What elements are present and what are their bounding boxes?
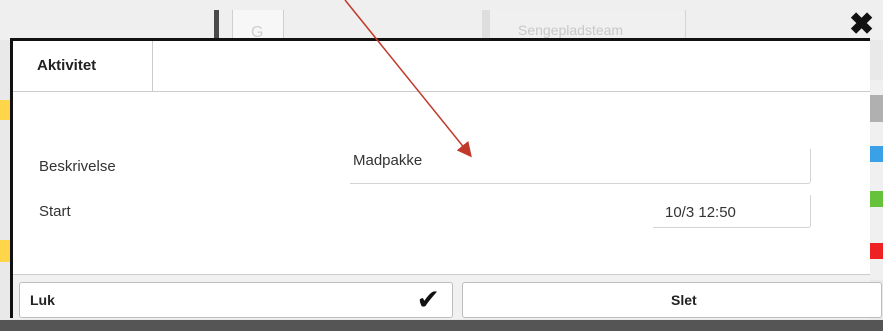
annotation-arrow xyxy=(344,0,472,158)
